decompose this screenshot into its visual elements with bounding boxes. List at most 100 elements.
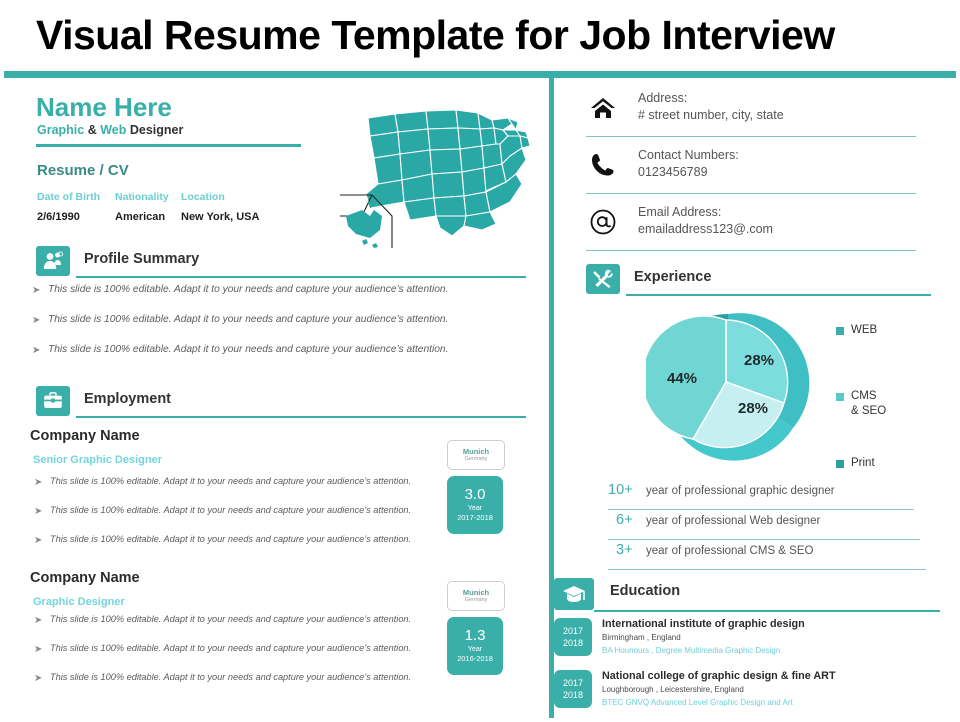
education-year-to: 2018 bbox=[562, 638, 584, 648]
bullet-text: This slide is 100% editable. Adapt it to… bbox=[48, 314, 449, 325]
list-item: ➤ This slide is 100% editable. Adapt it … bbox=[34, 476, 454, 489]
job-bullets: ➤ This slide is 100% editable. Adapt it … bbox=[34, 614, 454, 685]
contact-divider bbox=[586, 193, 916, 194]
experience-bar-row: 10+ year of professional graphic designe… bbox=[608, 480, 926, 510]
job-role: Graphic Designer bbox=[33, 596, 125, 608]
meta-header-location: Location bbox=[181, 191, 225, 203]
meta-header-row: Date of Birth Nationality Location bbox=[37, 191, 327, 203]
job-years: 3.0 bbox=[464, 486, 486, 504]
job-duration-badge: 3.0 Year 2017-2018 bbox=[447, 476, 503, 534]
job-years: 1.3 bbox=[464, 627, 486, 645]
legend-swatch-icon bbox=[836, 393, 844, 402]
arrow-bullet-icon: ➤ bbox=[32, 345, 41, 356]
job-bullets: ➤ This slide is 100% editable. Adapt it … bbox=[34, 476, 454, 547]
contact-value: emailaddress123@.com bbox=[638, 222, 773, 236]
bullet-text: This slide is 100% editable. Adapt it to… bbox=[50, 505, 412, 515]
at-icon bbox=[586, 206, 620, 238]
list-item: ➤ This slide is 100% editable. Adapt it … bbox=[32, 344, 542, 357]
experience-text: year of professional graphic designer bbox=[646, 485, 835, 497]
page-title: Visual Resume Template for Job Interview bbox=[36, 12, 835, 58]
arrow-bullet-icon: ➤ bbox=[34, 535, 43, 546]
experience-divider bbox=[608, 569, 926, 570]
arrow-bullet-icon: ➤ bbox=[34, 644, 43, 655]
pie-label-print: 44% bbox=[667, 370, 698, 387]
legend-label-line2: & SEO bbox=[851, 404, 887, 417]
briefcase-icon bbox=[36, 386, 70, 416]
contact-label: Address: bbox=[638, 91, 688, 105]
job-company-name: Company Name bbox=[30, 570, 140, 586]
right-column: Address: # street number, city, state Co… bbox=[554, 78, 960, 720]
pie-label-cms: 28% bbox=[738, 400, 769, 417]
education-year-to: 2018 bbox=[562, 690, 584, 700]
list-item: ➤ This slide is 100% editable. Adapt it … bbox=[34, 672, 454, 685]
contact-row-phone: Contact Numbers: 0123456789 bbox=[586, 143, 936, 200]
bullet-text: This slide is 100% editable. Adapt it to… bbox=[50, 672, 412, 682]
list-item: ➤ This slide is 100% editable. Adapt it … bbox=[32, 284, 542, 297]
experience-text: year of professional Web designer bbox=[646, 515, 821, 527]
legend-label-line1: CMS bbox=[851, 390, 877, 403]
experience-text: year of professional CMS & SEO bbox=[646, 545, 814, 557]
education-degree: BA Hounours , Degree Multimedia Graphic … bbox=[602, 646, 781, 655]
candidate-name: Name Here bbox=[36, 92, 172, 122]
education-school: National college of graphic design & fin… bbox=[602, 670, 836, 682]
job-role: Senior Graphic Designer bbox=[33, 454, 162, 466]
list-item: ➤ This slide is 100% editable. Adapt it … bbox=[34, 534, 454, 547]
name-divider bbox=[36, 144, 301, 147]
meta-header-dob: Date of Birth bbox=[37, 191, 100, 203]
experience-years: 6+ bbox=[616, 512, 633, 528]
contact-label: Email Address: bbox=[638, 205, 722, 219]
contact-row-email: Email Address: emailaddress123@.com bbox=[586, 200, 936, 257]
education-year-badge: 2017 2018 bbox=[554, 670, 592, 708]
contact-label: Contact Numbers: bbox=[638, 148, 739, 162]
contact-row-address: Address: # street number, city, state bbox=[586, 86, 936, 143]
meta-value-location: New York, USA bbox=[181, 211, 260, 223]
legend-label: WEB bbox=[851, 324, 878, 336]
usa-map-icon bbox=[340, 98, 540, 248]
job-country: Germany bbox=[464, 455, 488, 462]
people-icon bbox=[36, 246, 70, 276]
education-year-from: 2017 bbox=[562, 625, 584, 636]
experience-pie-chart: 28% 28% 44% bbox=[646, 308, 816, 468]
experience-rule bbox=[626, 294, 931, 296]
pie-legend: WEB CMS & SEO Print bbox=[836, 323, 946, 471]
job-year-range: 2016-2018 bbox=[457, 654, 493, 664]
tools-icon bbox=[586, 264, 620, 294]
bullet-text: This slide is 100% editable. Adapt it to… bbox=[50, 614, 412, 624]
bullet-text: This slide is 100% editable. Adapt it to… bbox=[50, 643, 412, 653]
job-city-badge: Munich Germany bbox=[447, 440, 505, 470]
experience-years: 10+ bbox=[608, 482, 633, 498]
contact-block: Address: # street number, city, state Co… bbox=[586, 86, 936, 257]
education-rule bbox=[594, 610, 940, 612]
job-city: Munich bbox=[462, 587, 490, 597]
legend-item-cms-seo: CMS & SEO bbox=[836, 389, 946, 418]
job-year-range: 2017-2018 bbox=[457, 513, 493, 523]
meta-value-nationality: American bbox=[115, 211, 166, 223]
subtitle-web: Web bbox=[100, 123, 127, 137]
arrow-bullet-icon: ➤ bbox=[34, 673, 43, 684]
education-year-from: 2017 bbox=[562, 677, 584, 688]
home-icon bbox=[586, 92, 620, 124]
resume-cv-label: Resume / CV bbox=[37, 162, 129, 179]
job-city: Munich bbox=[462, 446, 490, 456]
list-item: ➤ This slide is 100% editable. Adapt it … bbox=[34, 505, 454, 518]
experience-title: Experience bbox=[634, 269, 712, 285]
education-degree: BTEC GNVQ Advanced Level Graphic Design … bbox=[602, 698, 793, 707]
profile-summary-title: Profile Summary bbox=[84, 251, 200, 267]
subtitle-graphic: Graphic bbox=[37, 123, 85, 137]
bullet-text: This slide is 100% editable. Adapt it to… bbox=[50, 534, 412, 544]
personal-meta-table: Date of Birth Nationality Location 2/6/1… bbox=[37, 191, 327, 223]
bullet-text: This slide is 100% editable. Adapt it to… bbox=[48, 284, 449, 295]
candidate-subtitle: Graphic & Web Designer bbox=[37, 123, 183, 137]
profile-summary-rule bbox=[76, 276, 526, 278]
job-company-name: Company Name bbox=[30, 428, 140, 444]
job-city-badge: Munich Germany bbox=[447, 581, 505, 611]
resume-slide: Visual Resume Template for Job Interview… bbox=[0, 0, 960, 720]
list-item: ➤ This slide is 100% editable. Adapt it … bbox=[34, 614, 454, 627]
list-item: ➤ This slide is 100% editable. Adapt it … bbox=[32, 314, 542, 327]
education-place: Birmingham , England bbox=[602, 633, 681, 642]
education-title: Education bbox=[610, 583, 681, 599]
experience-bar-row: 6+ year of professional Web designer bbox=[608, 510, 926, 540]
left-column: Name Here Graphic & Web Designer Resume … bbox=[0, 78, 549, 720]
legend-item-web: WEB bbox=[836, 323, 946, 337]
education-year-badge: 2017 2018 bbox=[554, 618, 592, 656]
